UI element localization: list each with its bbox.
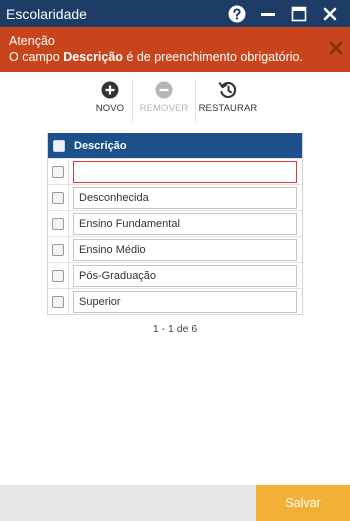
table-row: Superior	[48, 288, 302, 315]
select-all-cell	[48, 139, 69, 152]
description-cell: Desconhecida	[68, 184, 302, 211]
row-checkbox-cell	[48, 191, 68, 204]
row-checkbox[interactable]	[52, 243, 64, 256]
table-row	[48, 158, 302, 185]
window-titlebar: Escolaridade	[0, 0, 350, 27]
education-grid: Descrição Desconhecida Ensino Fundamenta…	[47, 133, 303, 315]
description-cell: Superior	[68, 288, 302, 315]
window-title: Escolaridade	[6, 5, 87, 22]
description-cell: Ensino Fundamental	[68, 210, 302, 237]
row-checkbox[interactable]	[52, 217, 64, 230]
table-row: Ensino Fundamental	[48, 210, 302, 237]
footer-bar: Salvar	[0, 485, 350, 521]
description-cell	[68, 158, 302, 185]
close-icon[interactable]	[319, 3, 341, 25]
description-input[interactable]: Ensino Médio	[73, 238, 297, 261]
row-checkbox-cell	[48, 269, 68, 282]
minimize-icon[interactable]	[257, 3, 279, 25]
remove-button[interactable]: REMOVER	[133, 79, 195, 123]
help-icon[interactable]	[226, 3, 248, 25]
row-checkbox[interactable]	[52, 191, 64, 204]
table-row: Desconhecida	[48, 184, 302, 211]
description-input[interactable]: Ensino Fundamental	[73, 212, 297, 235]
validation-alert: Atenção O campo Descrição é de preenchim…	[0, 27, 350, 72]
save-button[interactable]: Salvar	[256, 485, 350, 521]
row-checkbox[interactable]	[52, 269, 64, 282]
column-header-descricao[interactable]: Descrição	[69, 140, 127, 152]
table-row: Ensino Médio	[48, 236, 302, 263]
description-input[interactable]: Pós-Graduação	[73, 264, 297, 287]
alert-message-prefix: O campo	[9, 50, 64, 64]
description-input[interactable]: Superior	[73, 290, 297, 313]
description-cell: Ensino Médio	[68, 236, 302, 263]
restore-button[interactable]: RESTAURAR	[196, 79, 260, 123]
description-input-empty[interactable]	[73, 160, 297, 183]
row-checkbox-cell	[48, 165, 68, 178]
description-input[interactable]: Desconhecida	[73, 186, 297, 209]
alert-close-icon[interactable]	[326, 38, 346, 58]
new-button[interactable]: NOVO	[88, 79, 132, 123]
maximize-icon[interactable]	[288, 3, 310, 25]
row-checkbox-cell	[48, 295, 68, 308]
row-checkbox[interactable]	[52, 165, 64, 178]
alert-message-field: Descrição	[63, 50, 123, 64]
alert-message: O campo Descrição é de preenchimento obr…	[9, 49, 350, 65]
restore-history-icon	[218, 79, 238, 101]
new-button-label: NOVO	[95, 103, 125, 114]
row-checkbox[interactable]	[52, 295, 64, 308]
alert-heading: Atenção	[9, 34, 55, 48]
row-checkbox-cell	[48, 243, 68, 256]
restore-button-label: RESTAURAR	[198, 103, 258, 114]
select-all-checkbox[interactable]	[52, 139, 65, 152]
row-checkbox-cell	[48, 217, 68, 230]
alert-message-suffix: é de preenchimento obrigatório.	[122, 50, 303, 64]
pagination-info: 1 - 1 de 6	[152, 323, 198, 335]
minus-circle-icon	[155, 79, 173, 101]
remove-button-label: REMOVER	[139, 103, 189, 114]
toolbar: NOVO REMOVER RESTAURAR	[88, 79, 260, 123]
grid-header: Descrição	[48, 133, 302, 158]
plus-circle-icon	[101, 79, 119, 101]
table-row: Pós-Graduação	[48, 262, 302, 289]
description-cell: Pós-Graduação	[68, 262, 302, 289]
